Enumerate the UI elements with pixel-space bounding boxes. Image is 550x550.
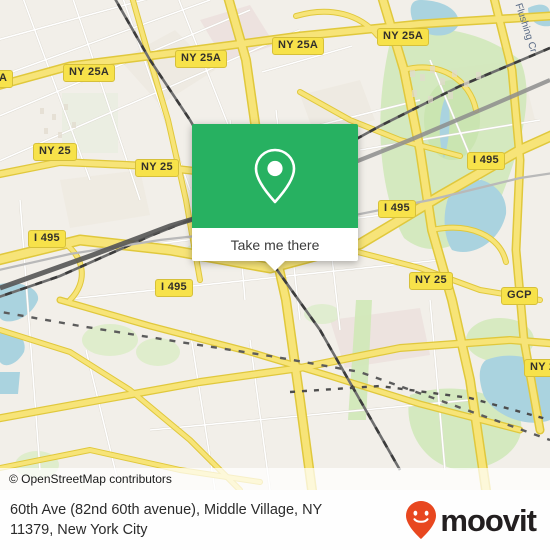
moovit-wordmark: moovit bbox=[440, 502, 537, 538]
card-header bbox=[192, 124, 358, 228]
address-line-1: 60th Ave (82nd 60th avenue), Middle Vill… bbox=[10, 502, 323, 518]
take-me-there-label: Take me there bbox=[230, 236, 320, 253]
address-line-2: 11379, New York City bbox=[10, 522, 148, 538]
road-shield: GCP bbox=[501, 287, 538, 305]
road-shield: NY 25 bbox=[33, 143, 77, 161]
osm-attribution-text[interactable]: © OpenStreetMap contributors bbox=[9, 472, 172, 486]
page-footer: 60th Ave (82nd 60th avenue), Middle Vill… bbox=[0, 490, 550, 550]
road-shield: I 495 bbox=[155, 279, 193, 297]
road-shield: I 495 bbox=[28, 230, 66, 248]
road-shield: NY 25A bbox=[272, 37, 325, 55]
station-address: 60th Ave (82nd 60th avenue), Middle Vill… bbox=[10, 500, 404, 540]
card-footer[interactable]: Take me there bbox=[192, 228, 358, 261]
card-pointer-tail bbox=[264, 260, 286, 271]
moovit-smiley-pin-icon bbox=[406, 501, 437, 539]
moovit-station-page: NY 25A NY 25A NY 25A NY 25A NY 25 NY 25 … bbox=[0, 0, 550, 550]
moovit-logo[interactable]: moovit bbox=[404, 500, 537, 540]
take-me-there-card[interactable]: Take me there bbox=[192, 124, 358, 271]
map-attribution-bar: © OpenStreetMap contributors bbox=[0, 468, 550, 490]
road-shield: NY 25A bbox=[63, 64, 116, 82]
road-shield: I 495 bbox=[467, 152, 505, 170]
road-shield: NY 2 bbox=[524, 359, 550, 377]
road-shield: NY 25 bbox=[409, 272, 453, 290]
road-shield: NY 25A bbox=[175, 50, 228, 68]
map-pin-icon bbox=[254, 148, 296, 204]
road-shield: A bbox=[0, 70, 14, 88]
road-shield: NY 25 bbox=[135, 159, 179, 177]
road-shield: I 495 bbox=[378, 200, 416, 218]
road-shield: NY 25A bbox=[377, 28, 430, 46]
